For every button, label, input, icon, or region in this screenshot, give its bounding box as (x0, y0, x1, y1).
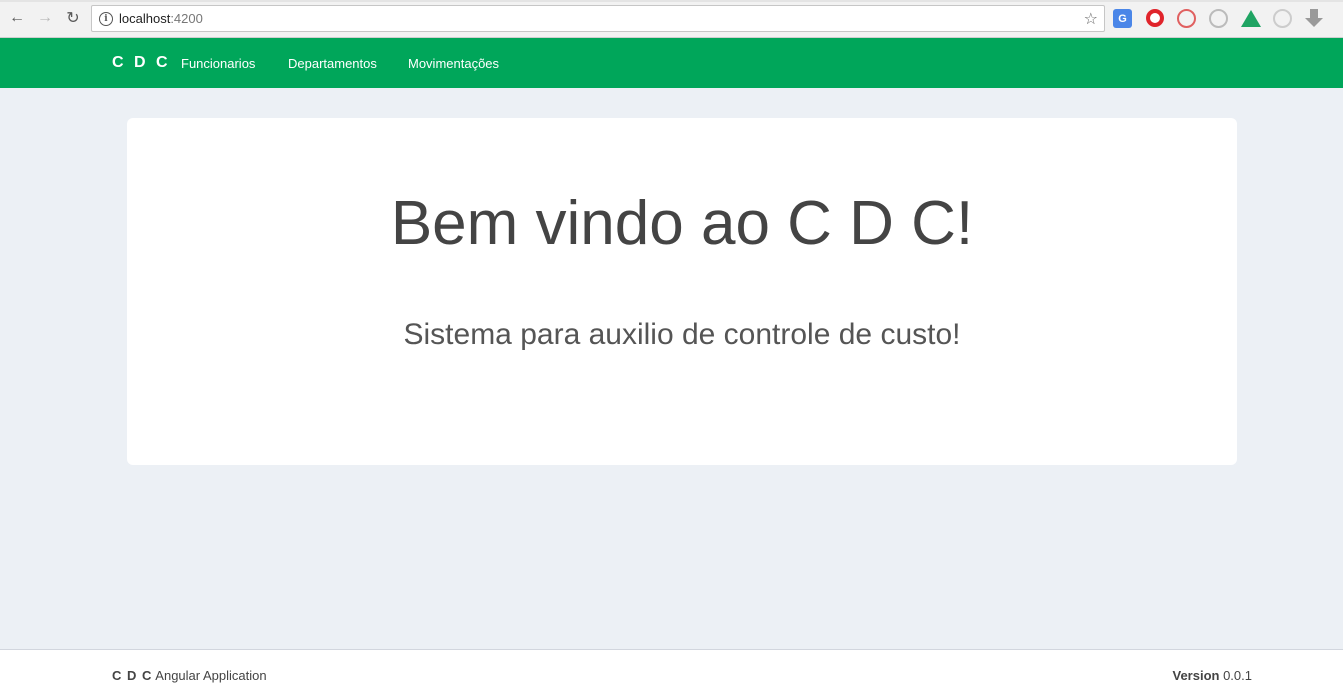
browser-toolbar: ← → ↻ i localhost:4200 ☆ G (0, 0, 1343, 38)
disabled-extension-icon[interactable] (1209, 9, 1228, 28)
forward-icon[interactable]: → (34, 7, 56, 29)
blocker-extension-icon[interactable] (1177, 9, 1196, 28)
back-icon[interactable]: ← (6, 7, 28, 29)
footer-app-info: C D C Angular Application (112, 668, 267, 683)
footer-app-text: Angular Application (155, 668, 267, 683)
star-icon[interactable]: ☆ (1084, 9, 1098, 29)
timer-extension-icon[interactable] (1273, 9, 1292, 28)
tab-strip (0, 0, 1343, 2)
page-footer: C D C Angular Application Version 0.0.1 (0, 649, 1343, 700)
nav-movimentacoes[interactable]: Movimentações (408, 56, 499, 71)
nav-funcionarios[interactable]: Funcionarios (181, 56, 255, 71)
reload-icon[interactable]: ↻ (62, 7, 84, 29)
address-url[interactable]: localhost:4200 (119, 11, 203, 26)
address-bar[interactable]: i localhost:4200 ☆ (91, 5, 1105, 32)
welcome-headline: Bem vindo ao C D C! (390, 189, 974, 258)
welcome-panel: Bem vindo ao C D C! Sistema para auxilio… (127, 118, 1237, 465)
version-value: 0.0.1 (1223, 668, 1252, 683)
opera-extension-icon[interactable] (1146, 9, 1164, 27)
version-label: Version (1172, 668, 1220, 683)
info-icon[interactable]: i (99, 11, 113, 26)
app-navbar: C D C Funcionarios Departamentos Movimen… (0, 38, 1343, 88)
nav-departamentos[interactable]: Departamentos (288, 56, 377, 71)
brand-link[interactable]: C D C (112, 54, 171, 72)
footer-brand: C D C (112, 668, 153, 683)
translate-extension-icon[interactable]: G (1113, 9, 1132, 28)
drive-extension-icon[interactable] (1241, 10, 1261, 27)
download-icon[interactable] (1305, 9, 1324, 28)
welcome-subtitle: Sistema para auxilio de controle de cust… (403, 318, 961, 351)
footer-version: Version 0.0.1 (1172, 668, 1252, 683)
